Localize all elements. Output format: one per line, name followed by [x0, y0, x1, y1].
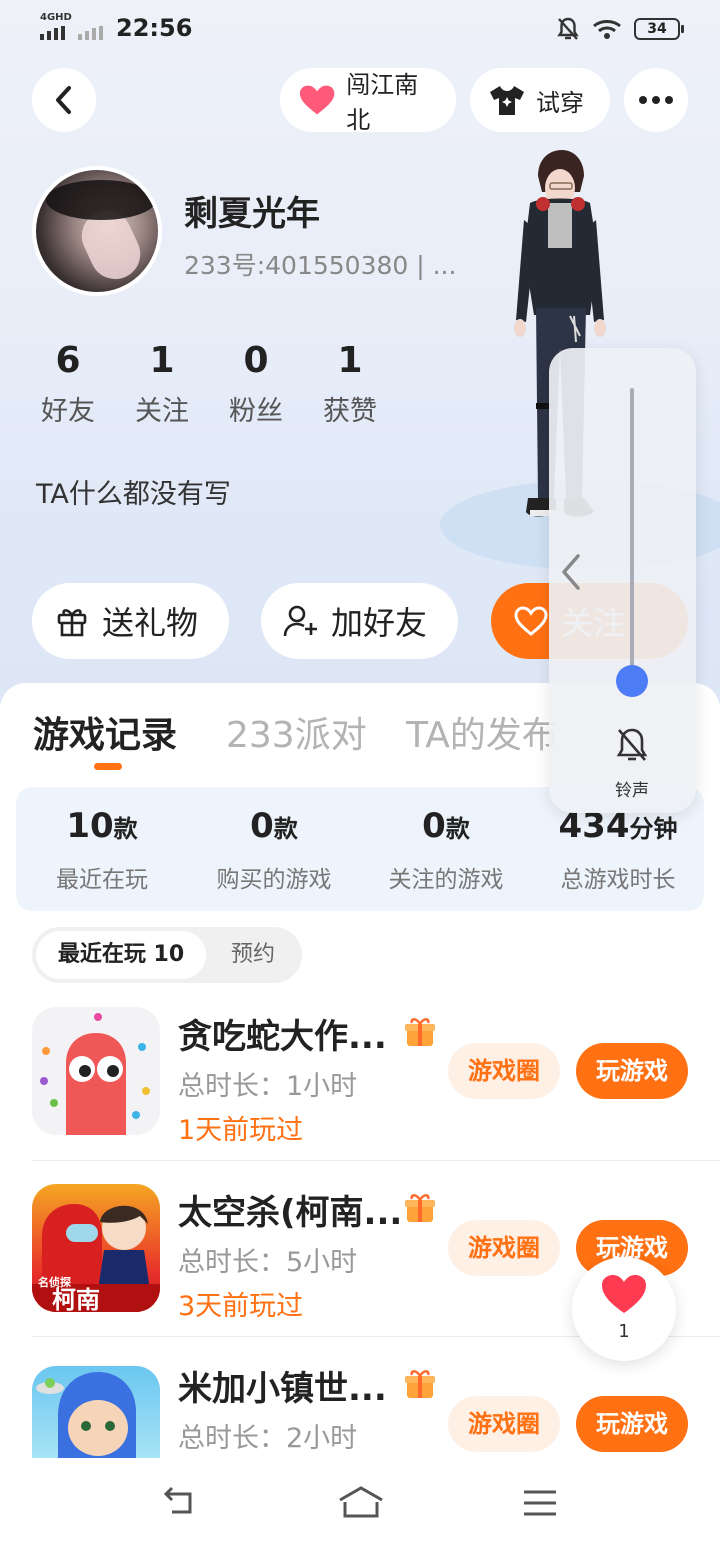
tag-label: 闯江南北 — [346, 71, 419, 134]
tab-ta-posts[interactable]: TA的发布 — [406, 706, 558, 758]
gift-box-icon — [405, 1194, 435, 1222]
system-nav-bar — [0, 1458, 720, 1544]
game-last-played: 1天前玩过 — [178, 1115, 304, 1146]
add-friend-button[interactable]: 加好友 — [261, 583, 458, 659]
add-user-icon — [283, 605, 317, 637]
summary-label: 最近在玩 — [56, 867, 148, 893]
more-icon — [639, 96, 647, 104]
stat-friends[interactable]: 6 好友 — [33, 340, 103, 428]
game-icon-among-conan: 名侦探 柯南 — [32, 1184, 160, 1312]
shirt-icon — [490, 86, 524, 115]
summary-recent[interactable]: 10款 最近在玩 — [16, 806, 188, 894]
gift-box-icon — [405, 1018, 435, 1046]
like-float-button[interactable]: 1 — [572, 1257, 676, 1361]
clock: 22:56 — [116, 14, 193, 42]
bell-mute-icon — [557, 17, 579, 40]
back-icon — [56, 86, 71, 114]
tab-indicator — [94, 763, 122, 770]
row-divider — [32, 1160, 720, 1161]
game-last-played: 3天前玩过 — [178, 1291, 304, 1322]
signal-icon — [40, 26, 65, 40]
send-gift-label: 送礼物 — [102, 604, 199, 642]
game-name: 太空杀(柯南... — [178, 1193, 403, 1233]
summary-label: 总游戏时长 — [560, 867, 676, 893]
game-circle-button[interactable]: 游戏圈 — [448, 1220, 560, 1276]
play-game-button[interactable]: 玩游戏 — [576, 1396, 688, 1452]
stat-label: 获赞 — [323, 396, 377, 427]
signal-icon-secondary — [78, 26, 103, 40]
game-row[interactable]: 贪吃蛇大作... 总时长：1小时 1天前玩过 游戏圈 玩游戏 — [0, 992, 720, 1168]
send-gift-button[interactable]: 送礼物 — [32, 583, 229, 659]
battery-indicator: 34 — [634, 18, 684, 40]
gift-box-icon — [405, 1370, 435, 1398]
try-on-button[interactable]: 试穿 — [470, 68, 610, 132]
wifi-icon — [593, 20, 621, 39]
game-name: 贪吃蛇大作... — [178, 1017, 387, 1057]
heart-icon — [299, 85, 335, 115]
game-icon-snake — [32, 1007, 160, 1135]
tab-233-party[interactable]: 233派对 — [226, 706, 367, 758]
stat-label: 好友 — [41, 396, 95, 427]
summary-label: 购买的游戏 — [216, 867, 332, 893]
stat-value: 6 — [55, 340, 81, 381]
heart-outline-icon — [514, 606, 548, 636]
nav-back-icon[interactable] — [160, 1484, 200, 1520]
stat-label: 粉丝 — [229, 396, 283, 427]
stat-fans[interactable]: 0 粉丝 — [221, 340, 291, 428]
bio: TA什么都没有写 — [36, 479, 231, 510]
filter-reserve[interactable]: 预约 — [210, 931, 296, 979]
volume-label: 铃声 — [615, 781, 649, 801]
like-count: 1 — [618, 1321, 630, 1342]
stat-value: 0 — [243, 340, 269, 381]
summary-unit: 款 — [273, 815, 298, 843]
play-game-button[interactable]: 玩游戏 — [576, 1043, 688, 1099]
status-bar: 4GHD 22:56 34 — [0, 0, 720, 56]
stat-label: 关注 — [135, 396, 189, 427]
volume-slider-track[interactable] — [630, 388, 634, 680]
nav-menu-icon[interactable] — [522, 1488, 558, 1518]
avatar[interactable] — [32, 166, 162, 296]
back-button[interactable] — [32, 68, 96, 132]
game-circle-button[interactable]: 游戏圈 — [448, 1396, 560, 1452]
try-on-label: 试穿 — [536, 88, 584, 117]
summary-value: 0 — [422, 806, 446, 846]
game-duration: 总时长：5小时 — [178, 1247, 358, 1278]
summary-purchased[interactable]: 0款 购买的游戏 — [188, 806, 360, 894]
summary-value: 0 — [250, 806, 274, 846]
chevron-left-icon[interactable] — [558, 552, 584, 592]
nickname: 剩夏光年 — [184, 194, 320, 234]
game-icon-miga-town — [32, 1366, 160, 1458]
summary-value: 10 — [66, 806, 114, 846]
tag-pill[interactable]: 闯江南北 — [280, 68, 456, 134]
icon-text-title: 柯南 — [52, 1286, 100, 1312]
stat-likes[interactable]: 1 获赞 — [315, 340, 385, 428]
heart-icon — [602, 1275, 646, 1313]
tab-game-records[interactable]: 游戏记录 — [33, 706, 177, 758]
summary-unit: 款 — [445, 815, 470, 843]
summary-unit: 款 — [113, 815, 138, 843]
summary-followed[interactable]: 0款 关注的游戏 — [360, 806, 532, 894]
add-friend-label: 加好友 — [331, 604, 428, 642]
gift-icon — [57, 609, 87, 637]
game-duration: 总时长：1小时 — [178, 1071, 358, 1102]
nav-home-icon[interactable] — [336, 1484, 386, 1520]
user-id[interactable]: 233号:401550380 | ... — [184, 246, 456, 282]
summary-playtime[interactable]: 434分钟 总游戏时长 — [532, 806, 704, 894]
game-duration: 总时长：2小时 — [178, 1423, 358, 1454]
stat-following[interactable]: 1 关注 — [127, 340, 197, 428]
filter-recent[interactable]: 最近在玩 10 — [36, 931, 206, 979]
game-name: 米加小镇世... — [178, 1369, 387, 1409]
bell-mute-icon[interactable] — [614, 726, 650, 764]
stat-value: 1 — [337, 340, 363, 381]
network-type: 4GHD — [40, 12, 72, 23]
more-button[interactable] — [624, 68, 688, 132]
summary-unit: 分钟 — [629, 815, 678, 843]
stat-value: 1 — [149, 340, 175, 381]
summary-label: 关注的游戏 — [388, 867, 504, 893]
volume-slider-knob[interactable] — [616, 665, 648, 697]
game-circle-button[interactable]: 游戏圈 — [448, 1043, 560, 1099]
